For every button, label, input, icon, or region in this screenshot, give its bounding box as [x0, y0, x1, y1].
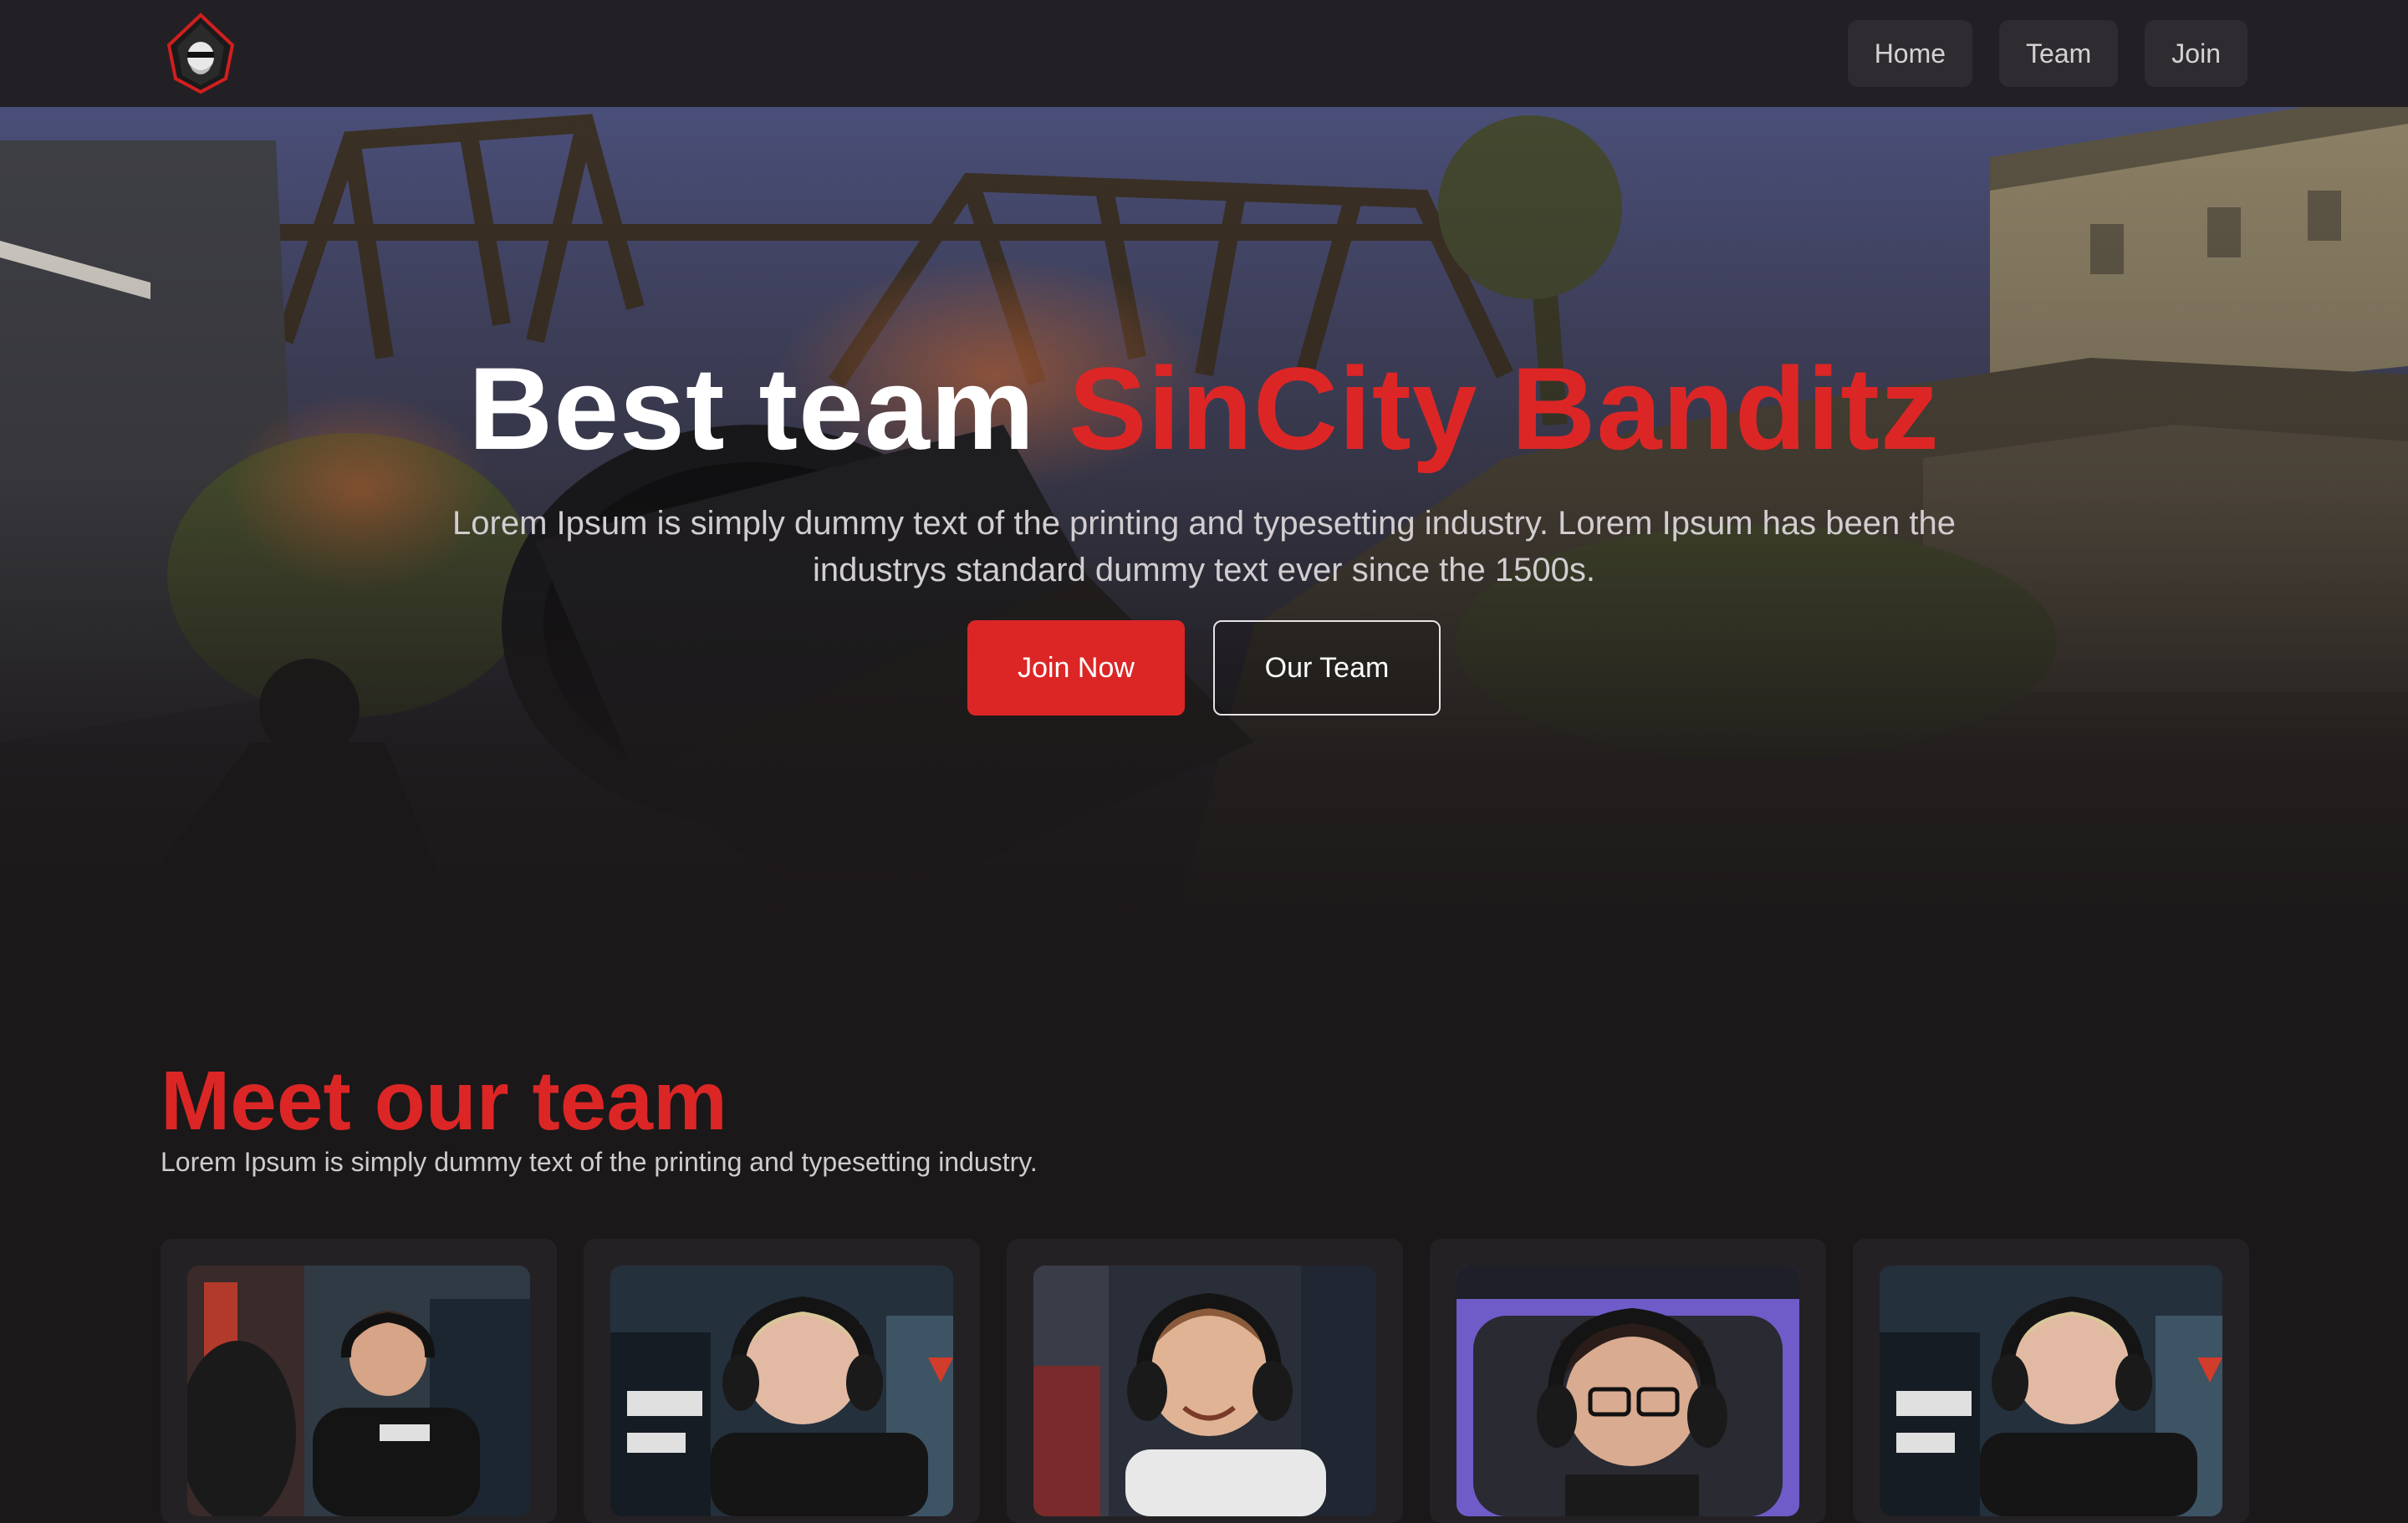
nav-links: Home Team Join	[1847, 20, 2247, 87]
our-team-button[interactable]: Our Team	[1213, 620, 1441, 716]
hero-buttons: Join Now Our Team	[0, 620, 2408, 716]
team-section-subtitle: Lorem Ipsum is simply dummy text of the …	[161, 1147, 1038, 1177]
player-photo-icon	[610, 1266, 953, 1516]
team-cards	[161, 1239, 2249, 1523]
hero-title: Best team SinCity Banditz	[0, 341, 2408, 476]
team-member-card[interactable]	[1007, 1239, 1403, 1523]
top-navigation: Home Team Join	[0, 0, 2408, 107]
player-photo-icon	[1457, 1266, 1799, 1516]
team-member-card[interactable]	[584, 1239, 980, 1523]
player-photo-icon	[187, 1266, 530, 1516]
hero-title-accent: SinCity Banditz	[1069, 343, 1940, 474]
player-photo-icon	[1033, 1266, 1376, 1516]
nav-team-link[interactable]: Team	[1999, 20, 2119, 87]
hero-subtitle: Lorem Ipsum is simply dummy text of the …	[452, 505, 1956, 588]
nav-home-link[interactable]: Home	[1847, 20, 1973, 87]
join-now-button[interactable]: Join Now	[967, 620, 1185, 716]
hero-section: Best team SinCity Banditz Lorem Ipsum is…	[0, 107, 2408, 943]
team-member-card[interactable]	[1853, 1239, 2249, 1523]
hero-title-prefix: Best team	[468, 343, 1069, 474]
team-member-card[interactable]	[1430, 1239, 1826, 1523]
nav-join-link[interactable]: Join	[2145, 20, 2247, 87]
team-member-card[interactable]	[161, 1239, 557, 1523]
player-photo-icon	[1880, 1266, 2222, 1516]
team-section-title: Meet our team	[161, 1054, 727, 1148]
hooded-bandit-logo-icon[interactable]	[159, 12, 242, 95]
